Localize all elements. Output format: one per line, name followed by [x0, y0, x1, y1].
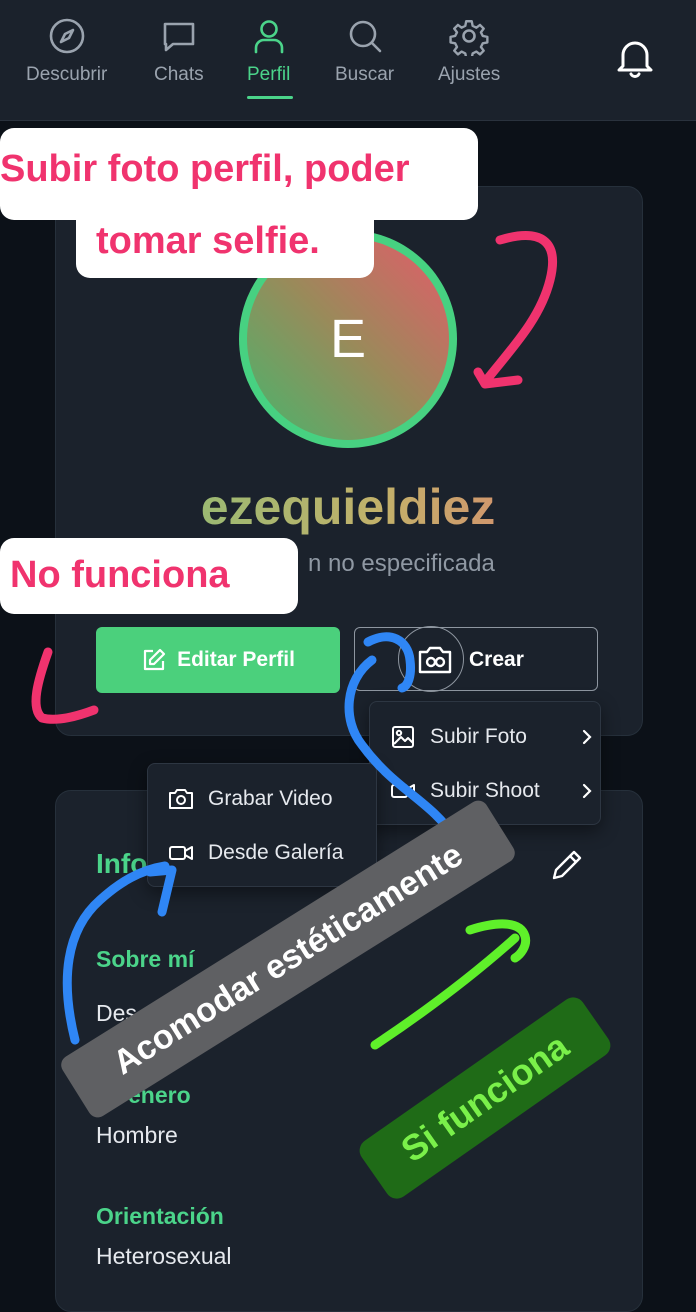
nav-label: Chats [154, 64, 204, 85]
search-icon [349, 20, 381, 53]
nav-label: Ajustes [438, 64, 501, 85]
camera-icon [169, 789, 193, 809]
nav-label: Descubrir [26, 64, 108, 85]
menu-item-label: Desde Galería [208, 841, 344, 864]
nav-item-ajustes[interactable]: Ajustes [438, 16, 500, 86]
location-text: n no especificada [308, 550, 495, 577]
nav-label: Perfil [247, 64, 291, 85]
field-label-orientation: Orientación [96, 1203, 224, 1229]
pencil-icon[interactable] [550, 848, 584, 882]
annotation-text: tomar selfie. [96, 220, 320, 262]
top-navigation: Descubrir Chats Perfil Buscar Ajustes [0, 0, 696, 121]
edit-profile-button[interactable]: Editar Perfil [96, 627, 340, 693]
menu-item-desde-galeria[interactable]: Desde Galería [148, 828, 343, 878]
field-value-gender: Hombre [96, 1122, 178, 1148]
menu-item-grabar-video[interactable]: Grabar Video [148, 774, 333, 824]
field-value-orientation: Heterosexual [96, 1243, 232, 1269]
avatar-initial: E [329, 309, 367, 369]
nav-label: Buscar [335, 64, 395, 85]
user-icon [254, 20, 283, 54]
camera-icon [418, 646, 452, 674]
menu-item-label: Subir Foto [430, 725, 527, 748]
annotation-edit-note: No funciona [0, 538, 298, 614]
active-tab-indicator [247, 96, 293, 99]
image-icon [392, 726, 414, 748]
menu-item-subir-shoot[interactable]: Subir Shoot [370, 766, 592, 816]
chevron-right-icon [582, 729, 592, 745]
create-label: Crear [469, 648, 524, 671]
nav-item-perfil[interactable]: Perfil [247, 16, 290, 86]
annotation-text: Subir foto perfil, poder [0, 148, 410, 190]
nav-item-buscar[interactable]: Buscar [335, 16, 394, 86]
info-title: Info [96, 848, 148, 879]
annotation-photo-note-continued: tomar selfie. [76, 210, 374, 278]
menu-item-subir-foto[interactable]: Subir Foto [370, 712, 592, 762]
field-label-about: Sobre mí [96, 946, 195, 972]
video-camera-icon [169, 846, 193, 860]
menu-item-label: Grabar Video [208, 787, 333, 810]
annotation-photo-note: Subir foto perfil, poder [0, 128, 478, 220]
nav-item-chats[interactable]: Chats [154, 16, 204, 86]
chat-bubble-icon [163, 22, 195, 52]
gear-icon [449, 20, 489, 56]
edit-profile-label: Editar Perfil [177, 648, 295, 671]
username: ezequieldiez [0, 478, 696, 536]
chevron-right-icon [582, 783, 592, 799]
nav-item-descubrir[interactable]: Descubrir [26, 16, 107, 86]
bell-icon[interactable] [614, 36, 656, 80]
media-dropdown-menu: Grabar Video Desde Galería [147, 763, 377, 887]
menu-item-label: Subir Shoot [430, 779, 540, 802]
compass-icon [49, 18, 84, 54]
video-camera-icon [391, 784, 415, 798]
edit-icon [143, 648, 166, 671]
create-button[interactable]: Crear [354, 626, 598, 692]
annotation-text: No funciona [10, 554, 230, 596]
